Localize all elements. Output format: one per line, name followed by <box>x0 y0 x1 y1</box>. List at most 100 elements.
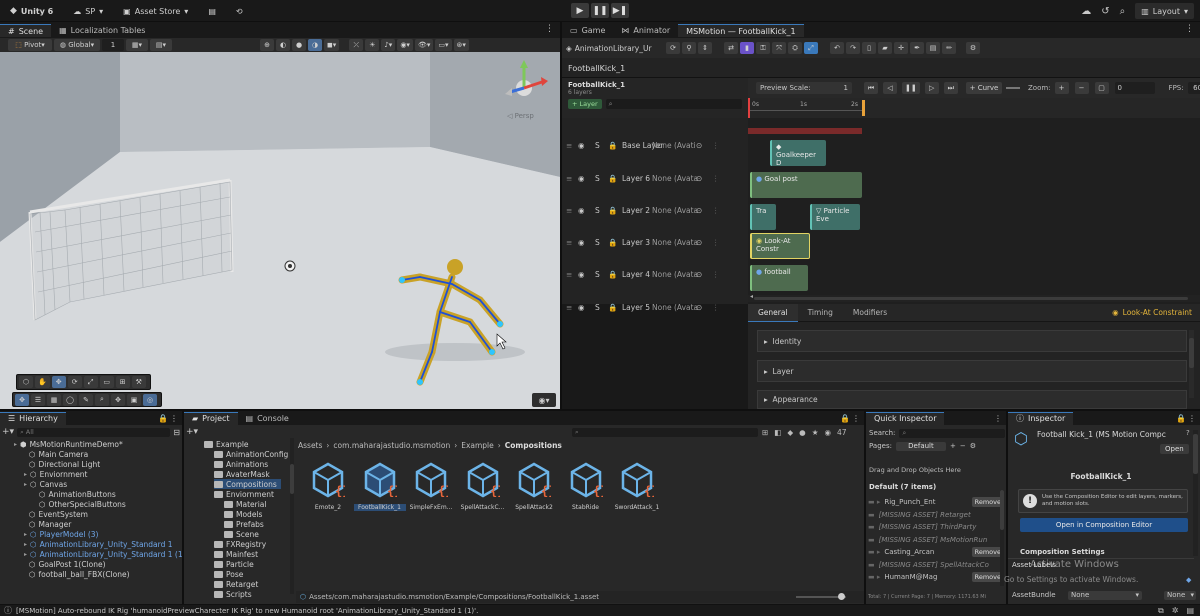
gizmos-icon[interactable]: ⊛▾ <box>453 39 469 51</box>
move-icon[interactable]: ✥ <box>15 393 29 406</box>
add-page-icon[interactable]: + <box>950 442 956 450</box>
scale-tool-icon[interactable]: ⤢ <box>83 376 98 388</box>
asset-tile[interactable]: {}SwordAttack_1 <box>611 462 663 511</box>
search-icon[interactable]: ⌕ <box>1120 6 1126 17</box>
timeline-ruler[interactable]: 0s 1s 2s <box>748 98 1200 308</box>
marker-icon[interactable]: ▮ <box>740 42 754 54</box>
layer-row[interactable]: ≡ ◉ S 🔒 Base Layer None (Avati ⊙ ⋮ <box>562 129 748 161</box>
hierarchy-item[interactable]: ⬡ EventSystem <box>24 509 88 519</box>
notifications-icon[interactable]: ▤ <box>1186 606 1194 615</box>
avatar-mask-field[interactable]: None (Avata <box>652 205 716 215</box>
unity-logo-button[interactable]: ◆ Unity 6 <box>4 3 59 19</box>
composition-settings-header[interactable]: Composition Settings <box>1020 548 1105 556</box>
package-icon[interactable]: ▤ <box>202 3 222 19</box>
project-search[interactable]: ⌕ <box>572 427 758 437</box>
status-bar[interactable]: ⓘ [MSMotion] Auto-rebound IK Rig 'humano… <box>0 604 1200 616</box>
asset-bundle-dropdown[interactable]: None ▾ <box>1068 590 1142 600</box>
first-frame-icon[interactable]: ⏮ <box>864 82 878 94</box>
drag-handle-icon[interactable]: ▬ <box>868 561 875 569</box>
solo-button[interactable]: S <box>595 270 600 279</box>
drag-handle-icon[interactable]: ≡ <box>566 270 572 279</box>
last-frame-icon[interactable]: ⏭ <box>943 82 958 94</box>
open-composition-editor-button[interactable]: Open in Composition Editor <box>1020 518 1188 532</box>
shading-wire-icon[interactable]: ◐ <box>276 39 290 51</box>
breadcrumb-example[interactable]: Example <box>461 441 494 450</box>
frame-field[interactable]: 0 <box>1114 82 1155 94</box>
hierarchy-item[interactable]: ▸ ⬡ PlayerModel (3) <box>24 529 98 539</box>
layer-options-icon[interactable]: ⋮ <box>712 303 720 312</box>
visibility-eye-icon[interactable]: ◉ <box>578 206 585 215</box>
folder-item[interactable]: FXRegistry <box>214 539 266 549</box>
zoom-out-button[interactable]: − <box>1074 82 1089 94</box>
add-curve-button[interactable]: + Curve <box>966 82 1002 94</box>
debug-icon[interactable]: ✲ <box>1172 606 1179 615</box>
redo-icon[interactable]: ↷ <box>846 42 860 54</box>
layer-name[interactable]: Layer 4 <box>622 270 650 279</box>
help-icon[interactable]: ? <box>1186 429 1190 437</box>
link-icon[interactable]: ⤢ <box>804 42 818 54</box>
qi-group-header[interactable]: Default (7 items) <box>869 483 936 491</box>
layer-name[interactable]: Layer 3 <box>622 238 650 247</box>
step-button[interactable]: ▶❚ <box>611 3 629 18</box>
layer-options-icon[interactable]: ⋮ <box>712 206 720 215</box>
asset-tile[interactable]: {}SimpleFxEm... <box>405 462 457 511</box>
qi-item[interactable]: ▬ [MISSING ASSET] ThirdParty <box>868 521 1008 533</box>
tab-animator[interactable]: ⋈ Animator <box>613 24 678 37</box>
inspector-scrollbar[interactable] <box>1189 330 1194 398</box>
tab-modifiers[interactable]: Modifiers <box>843 308 897 317</box>
rig-icon[interactable]: ⚲ <box>682 42 696 54</box>
transform-tool-icon[interactable]: ⊞ <box>115 376 130 388</box>
clip-goal-post[interactable]: ● Goal post <box>750 172 862 198</box>
hierarchy-search[interactable]: ⌕ All <box>17 427 171 437</box>
favorite-icon[interactable]: ★ <box>812 428 819 437</box>
object-picker-icon[interactable]: ⊙ <box>696 141 702 150</box>
timeline-hscrollbar[interactable]: ◂ <box>748 293 1200 302</box>
tab-menu-icon[interactable]: ⋮ <box>1185 24 1194 34</box>
panel-menu-icon[interactable]: ⋮ <box>852 414 860 423</box>
pivot-dropdown[interactable]: ⬚ Pivot ▾ <box>8 39 52 51</box>
library-selector[interactable]: ◈ AnimationLibrary_Ur <box>566 44 666 53</box>
label-filter-icon[interactable]: ◆ <box>787 428 793 437</box>
orientation-icon[interactable]: ⊕ <box>260 39 274 51</box>
drag-handle-icon[interactable]: ▬ <box>868 536 875 544</box>
asset-store-dropdown[interactable]: ▣ Asset Store ▾ <box>117 3 194 19</box>
grid-snap-input[interactable]: 1 <box>102 39 124 51</box>
remove-page-icon[interactable]: − <box>960 442 966 450</box>
asset-tile[interactable]: {}Emote_2 <box>302 462 354 511</box>
lock-icon[interactable]: 🔒 <box>608 141 617 150</box>
layer-name[interactable]: Layer 6 <box>622 174 650 183</box>
asset-tile[interactable]: {}StabRide <box>560 462 612 511</box>
tab-quick-inspector[interactable]: Quick Inspector <box>866 411 945 425</box>
solo-button[interactable]: S <box>595 238 600 247</box>
rect-tool-icon[interactable]: ▭ <box>99 376 114 388</box>
grid-icon[interactable]: ▦▾ <box>126 39 148 51</box>
preview-scale-field[interactable]: Preview Scale: 1 <box>756 82 852 94</box>
layers-icon[interactable]: ▣ <box>127 393 141 406</box>
type-filter-icon[interactable]: ◧ <box>774 428 781 437</box>
drag-handle-icon[interactable]: ≡ <box>566 174 572 183</box>
lighting-icon[interactable]: ☀ <box>365 39 380 51</box>
avatar-mask-field[interactable]: None (Avata <box>652 302 716 312</box>
brush-icon[interactable]: ✎ <box>79 393 93 406</box>
layer-row[interactable]: ≡ ◉ S 🔒 Layer 2 None (Avata ⊙ ⋮ <box>562 194 748 226</box>
drag-handle-icon[interactable]: ≡ <box>566 141 572 150</box>
history-icon[interactable]: ↺ <box>1101 6 1109 17</box>
qi-item[interactable]: ▬ [MISSING ASSET] SpellAttackCo <box>868 559 1008 571</box>
settings-gear-icon[interactable]: ⚙ <box>970 442 976 450</box>
section-layer[interactable]: ▸ Layer <box>757 360 1187 382</box>
view-cube-icon[interactable]: ⬡ <box>19 376 33 388</box>
account-dropdown[interactable]: ☁ SP ▾ <box>67 3 109 19</box>
hierarchy-item[interactable]: ▸ ⬡ AnimationLibrary_Unity_Standard 1 (1) <box>24 549 186 559</box>
folder-item[interactable]: AnimationConfig <box>214 449 288 459</box>
visibility-icon[interactable]: 👁▾ <box>414 39 434 51</box>
avatar-mask-field[interactable]: None (Avata <box>652 237 716 247</box>
folder-item[interactable]: Animations <box>214 459 268 469</box>
next-frame-icon[interactable]: ▷ <box>924 82 939 94</box>
projection-label[interactable]: ◁ Persp <box>507 112 534 120</box>
info-icon[interactable]: ● <box>799 428 806 437</box>
lock-icon[interactable]: 🔒 <box>158 414 168 423</box>
hierarchy-item[interactable]: ▸ ⬡ Enviornment <box>24 469 88 479</box>
lock-icon[interactable]: 🔒 <box>608 238 617 247</box>
audio-icon[interactable]: ♪▾ <box>381 39 396 51</box>
folder-item[interactable]: Material <box>224 499 266 509</box>
